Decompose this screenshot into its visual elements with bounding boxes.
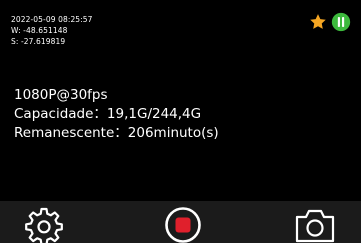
south-coordinate: S: -27.619819 <box>11 37 66 46</box>
gps-overlay: 2022-05-09 08:25:57 W: -48.651148 S: -27… <box>11 14 93 47</box>
gps-lock-icon <box>331 12 351 32</box>
status-icons <box>309 12 351 32</box>
settings-button[interactable] <box>24 205 64 243</box>
camera-screen: 2022-05-09 08:25:57 W: -48.651148 S: -27… <box>0 0 361 243</box>
west-coordinate: W: -48.651148 <box>11 26 68 35</box>
resolution-label: 1080P@30fps <box>14 87 108 103</box>
gear-icon <box>24 205 64 243</box>
camera-icon <box>294 205 336 243</box>
camera-viewport: 2022-05-09 08:25:57 W: -48.651148 S: -27… <box>0 0 361 201</box>
record-button[interactable] <box>163 205 203 243</box>
bottom-toolbar <box>0 201 361 243</box>
capacity-label: Capacidade：19,1G/244,4G <box>14 106 202 122</box>
record-icon <box>163 205 203 243</box>
datetime-stamp: 2022-05-09 08:25:57 <box>11 15 93 24</box>
star-icon <box>309 13 327 31</box>
remaining-time-label: Remanescente：206minuto(s) <box>14 125 219 141</box>
photo-button[interactable] <box>295 205 335 243</box>
recording-info: 1080P@30fps Capacidade：19,1G/244,4G Rema… <box>14 86 219 143</box>
